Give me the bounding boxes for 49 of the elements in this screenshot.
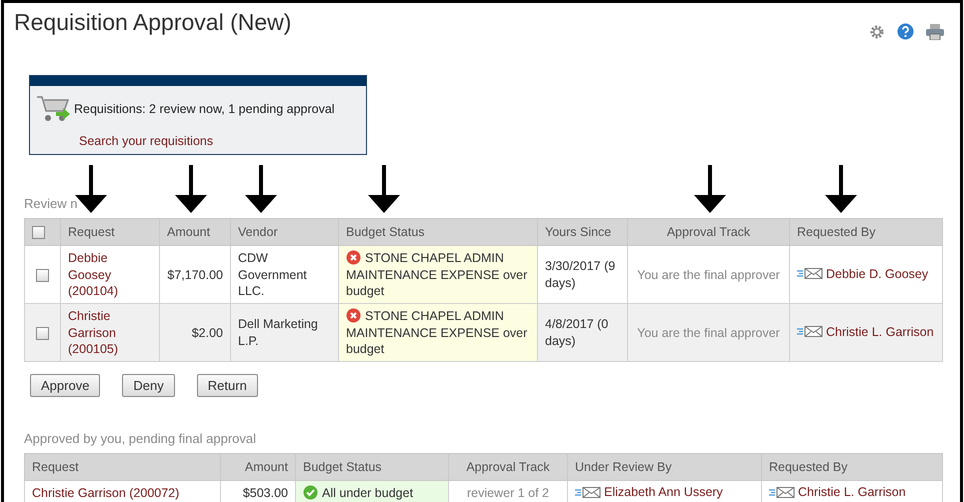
error-icon	[346, 250, 361, 266]
email-icon[interactable]	[575, 486, 601, 498]
amount-cell: $2.00	[160, 304, 230, 362]
column-header: Requested By	[790, 218, 942, 246]
print-icon[interactable]	[926, 24, 944, 40]
email-icon[interactable]	[797, 268, 823, 280]
section-label: Approved by you, pending final approval	[24, 431, 257, 446]
help-icon[interactable]	[897, 23, 914, 40]
down-arrow	[242, 165, 280, 213]
column-header: Budget Status	[296, 454, 448, 481]
row-checkbox[interactable]	[36, 326, 49, 340]
requester-link[interactable]: Debbie D. Goosey	[826, 266, 928, 282]
summary-text: Requisitions: 2 review now, 1 pending approval	[74, 102, 335, 116]
action-button[interactable]: Return	[196, 374, 258, 398]
down-arrow	[822, 165, 860, 213]
down-arrow	[72, 165, 110, 213]
budget-status-text: All under budget	[303, 486, 414, 500]
down-arrow	[172, 165, 210, 213]
cart-icon	[36, 94, 72, 124]
select-all-checkbox[interactable]	[32, 226, 45, 240]
search-link[interactable]: Search your requisitions	[79, 134, 214, 148]
action-button[interactable]: Approve	[30, 374, 100, 398]
approval-track-cell: You are the final approver	[628, 304, 790, 362]
down-arrow	[691, 165, 729, 213]
column-header: Amount	[160, 218, 230, 246]
check-icon	[303, 485, 318, 500]
email-icon[interactable]	[797, 326, 823, 338]
column-header: Request	[60, 218, 160, 246]
budget-status-text: STONE CHAPEL ADMIN MAINTENANCE EXPENSE over budget	[346, 251, 528, 298]
budget-status-text: STONE CHAPEL ADMIN MAINTENANCE EXPENSE over budget	[346, 309, 528, 356]
row-checkbox[interactable]	[36, 268, 49, 282]
settings-icon[interactable]	[869, 24, 885, 40]
error-icon	[346, 308, 361, 324]
date-cell: 4/8/2017 (0 days)	[538, 304, 628, 362]
column-header: Yours Since	[538, 218, 628, 246]
column-header: Budget Status	[338, 218, 538, 246]
vendor-cell: Dell Marketing L.P.	[230, 304, 338, 362]
action-button[interactable]: Deny	[122, 374, 175, 398]
email-icon[interactable]	[769, 486, 795, 498]
down-arrow	[365, 165, 403, 213]
column-header: Under Review By	[568, 454, 762, 481]
column-header: Approval Track	[448, 454, 568, 481]
column-header: Approval Track	[628, 218, 790, 246]
page-title: Requisition Approval (New)	[14, 9, 292, 36]
section-label: Review n	[24, 196, 78, 211]
column-header: Requested By	[762, 454, 942, 481]
column-header: Amount	[220, 454, 296, 481]
column-header: Vendor	[230, 218, 338, 246]
column-header: Request	[24, 454, 220, 481]
